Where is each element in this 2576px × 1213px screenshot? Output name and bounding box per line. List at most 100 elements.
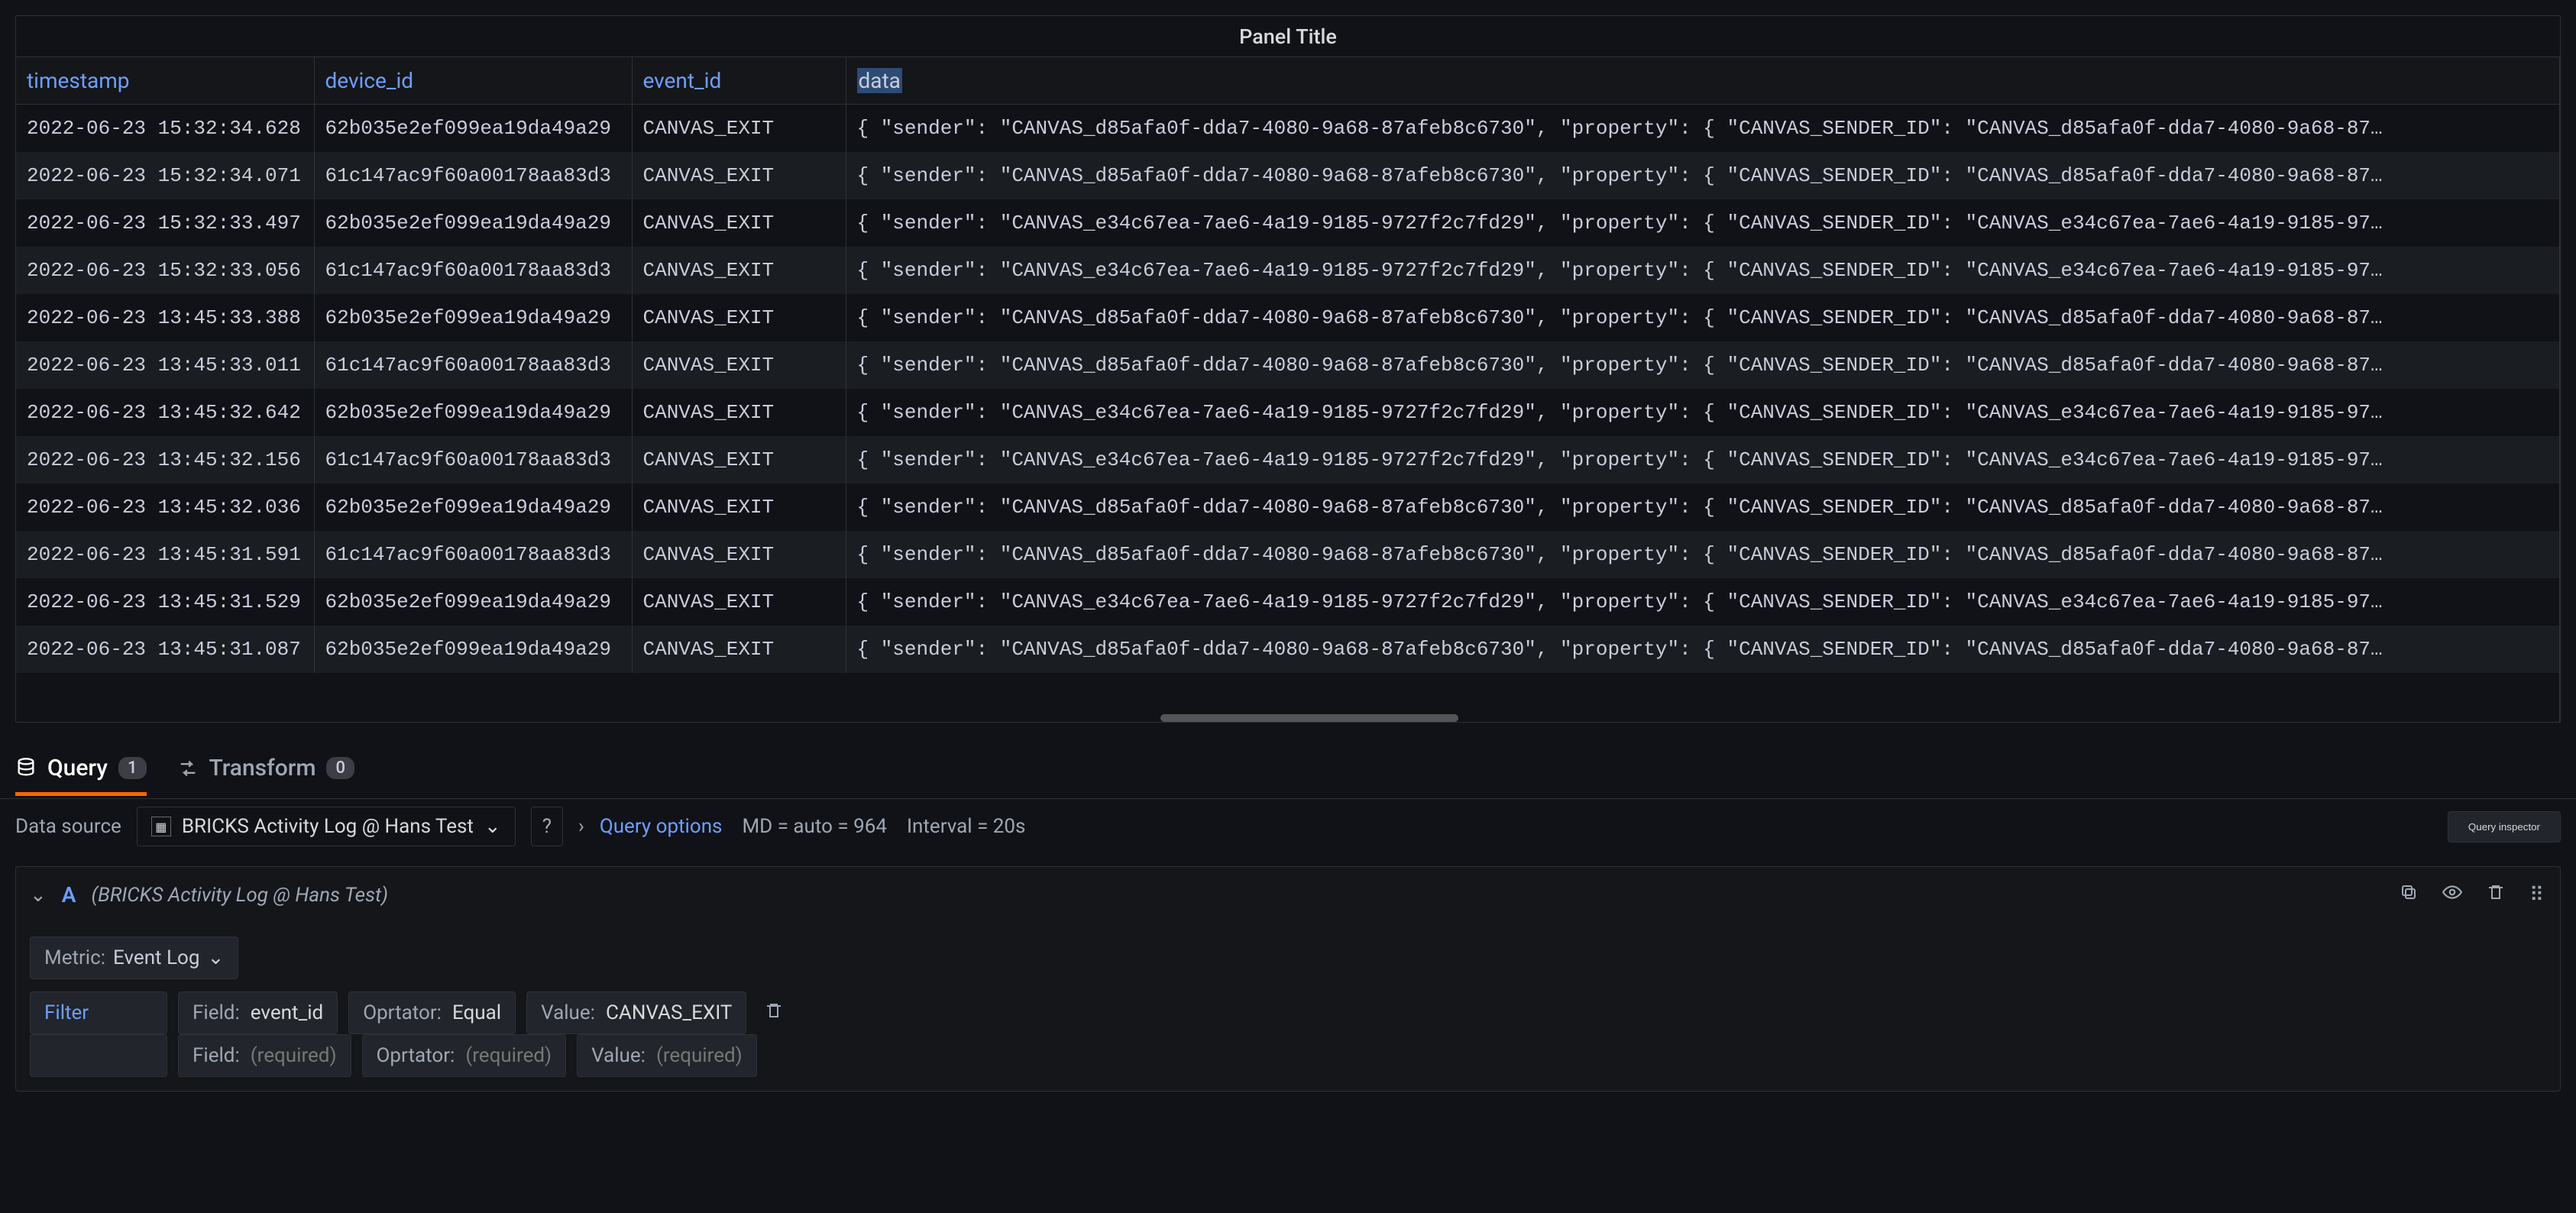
cell-data: { "sender": "CANVAS_e34c67ea-7ae6-4a19-9… bbox=[846, 247, 2559, 294]
query-header: ⌄ A (BRICKS Activity Log @ Hans Test) ⠿ bbox=[16, 867, 2560, 923]
cell-data: { "sender": "CANVAS_e34c67ea-7ae6-4a19-9… bbox=[846, 436, 2559, 484]
filter-label[interactable] bbox=[30, 1034, 167, 1077]
cell-ts: 2022-06-23 13:45:33.011 bbox=[16, 341, 314, 389]
cell-dev: 62b035e2ef099ea19da49a29 bbox=[314, 294, 632, 341]
table: timestamp device_id event_id data 2022-0… bbox=[16, 57, 2560, 722]
cell-dev: 61c147ac9f60a00178aa83d3 bbox=[314, 341, 632, 389]
drag-handle[interactable]: ⠿ bbox=[2525, 879, 2546, 911]
datasource-help-button[interactable]: ? bbox=[531, 807, 563, 846]
tab-query-count: 1 bbox=[118, 757, 147, 779]
cell-evt: CANVAS_EXIT bbox=[632, 389, 846, 436]
horizontal-scrollbar[interactable] bbox=[1160, 714, 1458, 722]
chevron-down-icon: ⌄ bbox=[484, 815, 501, 838]
delete-query-button[interactable] bbox=[2482, 878, 2510, 911]
filter-operator[interactable]: Oprtator:Equal bbox=[348, 991, 516, 1034]
table-header-row: timestamp device_id event_id data bbox=[16, 57, 2559, 105]
datasource-select[interactable]: ▦ BRICKS Activity Log @ Hans Test ⌄ bbox=[137, 807, 516, 846]
cell-dev: 62b035e2ef099ea19da49a29 bbox=[314, 626, 632, 673]
query-editor: ⌄ A (BRICKS Activity Log @ Hans Test) ⠿ … bbox=[15, 866, 2561, 1092]
cell-ts: 2022-06-23 15:32:34.071 bbox=[16, 152, 314, 199]
remove-filter-button[interactable] bbox=[757, 1001, 791, 1025]
cell-data: { "sender": "CANVAS_d85afa0f-dda7-4080-9… bbox=[846, 531, 2559, 578]
cell-evt: CANVAS_EXIT bbox=[632, 105, 846, 153]
cell-ts: 2022-06-23 13:45:31.591 bbox=[16, 531, 314, 578]
cell-ts: 2022-06-23 15:32:33.056 bbox=[16, 247, 314, 294]
table-row[interactable]: 2022-06-23 13:45:33.38862b035e2ef099ea19… bbox=[16, 294, 2559, 341]
cell-ts: 2022-06-23 13:45:32.036 bbox=[16, 484, 314, 531]
cell-evt: CANVAS_EXIT bbox=[632, 341, 846, 389]
duplicate-query-button[interactable] bbox=[2395, 878, 2422, 911]
table-row[interactable]: 2022-06-23 13:45:33.01161c147ac9f60a0017… bbox=[16, 341, 2559, 389]
datasource-row: Data source ▦ BRICKS Activity Log @ Hans… bbox=[0, 799, 2576, 854]
panel-title[interactable]: Panel Title bbox=[16, 16, 2560, 57]
datasource-label: Data source bbox=[15, 815, 121, 838]
cell-dev: 62b035e2ef099ea19da49a29 bbox=[314, 199, 632, 247]
filter-operator[interactable]: Oprtator:(required) bbox=[362, 1034, 567, 1077]
table-row[interactable]: 2022-06-23 15:32:34.07161c147ac9f60a0017… bbox=[16, 152, 2559, 199]
cell-evt: CANVAS_EXIT bbox=[632, 484, 846, 531]
query-desc: (BRICKS Activity Log @ Hans Test) bbox=[92, 884, 389, 907]
query-refid[interactable]: A bbox=[62, 882, 76, 907]
cell-evt: CANVAS_EXIT bbox=[632, 294, 846, 341]
filter-field[interactable]: Field:(required) bbox=[178, 1034, 351, 1077]
filter-field[interactable]: Field:event_id bbox=[178, 991, 338, 1034]
cell-dev: 61c147ac9f60a00178aa83d3 bbox=[314, 247, 632, 294]
toggle-visibility-button[interactable] bbox=[2438, 878, 2467, 912]
cell-data: { "sender": "CANVAS_d85afa0f-dda7-4080-9… bbox=[846, 105, 2559, 153]
tab-query-label: Query bbox=[47, 755, 108, 781]
table-row[interactable]: 2022-06-23 15:32:33.05661c147ac9f60a0017… bbox=[16, 247, 2559, 294]
question-icon: ? bbox=[542, 815, 552, 838]
cell-ts: 2022-06-23 13:45:32.642 bbox=[16, 389, 314, 436]
tab-transform-count: 0 bbox=[326, 757, 354, 779]
cell-dev: 62b035e2ef099ea19da49a29 bbox=[314, 105, 632, 153]
collapse-toggle[interactable]: ⌄ bbox=[30, 884, 47, 907]
cell-evt: CANVAS_EXIT bbox=[632, 626, 846, 673]
cell-ts: 2022-06-23 13:45:32.156 bbox=[16, 436, 314, 484]
md-info: MD = auto = 964 bbox=[742, 815, 887, 838]
table-row[interactable]: 2022-06-23 13:45:31.59161c147ac9f60a0017… bbox=[16, 531, 2559, 578]
col-timestamp[interactable]: timestamp bbox=[16, 57, 314, 105]
col-event-id[interactable]: event_id bbox=[632, 57, 846, 105]
table-row[interactable]: 2022-06-23 15:32:33.49762b035e2ef099ea19… bbox=[16, 199, 2559, 247]
filter-label[interactable]: Filter bbox=[30, 991, 167, 1034]
cell-dev: 61c147ac9f60a00178aa83d3 bbox=[314, 531, 632, 578]
cell-data: { "sender": "CANVAS_e34c67ea-7ae6-4a19-9… bbox=[846, 199, 2559, 247]
tab-query[interactable]: Query 1 bbox=[15, 741, 147, 796]
cell-data: { "sender": "CANVAS_d85afa0f-dda7-4080-9… bbox=[846, 152, 2559, 199]
cell-data: { "sender": "CANVAS_d85afa0f-dda7-4080-9… bbox=[846, 341, 2559, 389]
panel: Panel Title timestamp device_id event_id… bbox=[15, 15, 2561, 723]
cell-ts: 2022-06-23 13:45:31.087 bbox=[16, 626, 314, 673]
transform-icon bbox=[177, 758, 199, 779]
database-icon bbox=[15, 757, 37, 778]
filter-value[interactable]: Value:CANVAS_EXIT bbox=[526, 991, 746, 1034]
col-device-id[interactable]: device_id bbox=[314, 57, 632, 105]
table-row[interactable]: 2022-06-23 15:32:34.62862b035e2ef099ea19… bbox=[16, 105, 2559, 153]
cell-data: { "sender": "CANVAS_e34c67ea-7ae6-4a19-9… bbox=[846, 389, 2559, 436]
cell-data: { "sender": "CANVAS_d85afa0f-dda7-4080-9… bbox=[846, 294, 2559, 341]
tab-transform-label: Transform bbox=[209, 755, 316, 781]
cell-evt: CANVAS_EXIT bbox=[632, 436, 846, 484]
cell-dev: 62b035e2ef099ea19da49a29 bbox=[314, 484, 632, 531]
metric-select[interactable]: Metric: Event Log ⌄ bbox=[30, 936, 238, 979]
table-row[interactable]: 2022-06-23 13:45:32.03662b035e2ef099ea19… bbox=[16, 484, 2559, 531]
chevron-down-icon: ⌄ bbox=[207, 946, 224, 969]
tab-transform[interactable]: Transform 0 bbox=[177, 741, 355, 795]
interval-info: Interval = 20s bbox=[907, 815, 1025, 838]
table-row[interactable]: 2022-06-23 13:45:32.64262b035e2ef099ea19… bbox=[16, 389, 2559, 436]
cell-ts: 2022-06-23 15:32:34.628 bbox=[16, 105, 314, 153]
filter-value[interactable]: Value:(required) bbox=[577, 1034, 757, 1077]
table-row[interactable]: 2022-06-23 13:45:32.15661c147ac9f60a0017… bbox=[16, 436, 2559, 484]
query-options-link[interactable]: Query options bbox=[600, 815, 723, 838]
cell-evt: CANVAS_EXIT bbox=[632, 152, 846, 199]
cell-dev: 61c147ac9f60a00178aa83d3 bbox=[314, 436, 632, 484]
cell-ts: 2022-06-23 13:45:33.388 bbox=[16, 294, 314, 341]
cell-evt: CANVAS_EXIT bbox=[632, 247, 846, 294]
col-data[interactable]: data bbox=[846, 57, 2559, 105]
query-inspector-button[interactable]: Query inspector bbox=[2448, 811, 2561, 843]
cell-data: { "sender": "CANVAS_e34c67ea-7ae6-4a19-9… bbox=[846, 578, 2559, 626]
table-row[interactable]: 2022-06-23 13:45:31.08762b035e2ef099ea19… bbox=[16, 626, 2559, 673]
trash-icon bbox=[765, 1001, 783, 1020]
cell-data: { "sender": "CANVAS_d85afa0f-dda7-4080-9… bbox=[846, 626, 2559, 673]
table-row[interactable]: 2022-06-23 13:45:31.52962b035e2ef099ea19… bbox=[16, 578, 2559, 626]
chevron-right-icon[interactable]: › bbox=[578, 815, 584, 838]
